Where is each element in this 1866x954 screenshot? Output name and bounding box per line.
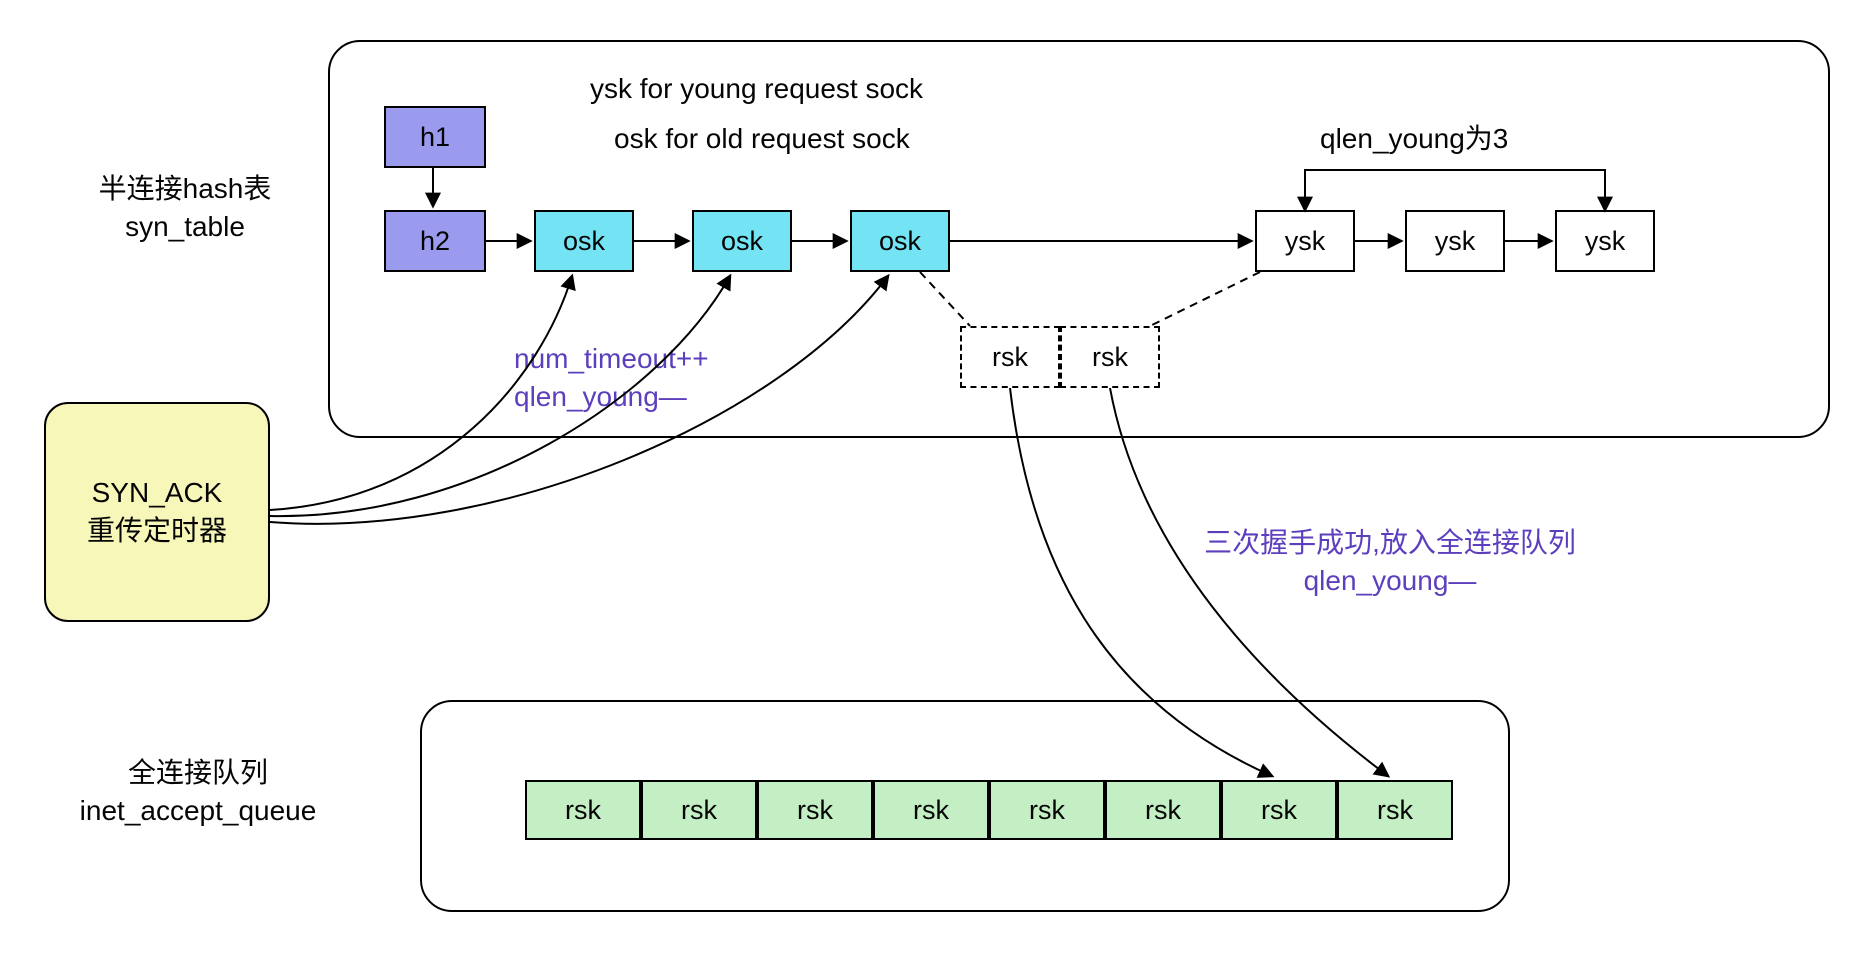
queue-cell-2: rsk xyxy=(757,780,873,840)
text-rsk-dash-2: rsk xyxy=(1092,342,1128,373)
text-syn-table-l2: syn_table xyxy=(125,211,245,242)
queue-cell-1: rsk xyxy=(641,780,757,840)
text-num-timeout: num_timeout++ xyxy=(514,343,709,374)
text-ysk-desc: ysk for young request sock xyxy=(590,73,923,104)
text-handshake-ok: 三次握手成功,放入全连接队列 xyxy=(1204,527,1576,558)
text-accept-l1: 全连接队列 xyxy=(128,757,268,788)
text-ysk-1: ysk xyxy=(1285,226,1326,257)
node-osk-1: osk xyxy=(534,210,634,272)
node-h1: h1 xyxy=(384,106,486,168)
text-osk-1: osk xyxy=(563,226,605,257)
text-osk-2: osk xyxy=(721,226,763,257)
queue-cell-5-text: rsk xyxy=(1145,795,1181,826)
node-ysk-3: ysk xyxy=(1555,210,1655,272)
queue-cell-4: rsk xyxy=(989,780,1105,840)
text-timer-l1: SYN_ACK xyxy=(92,477,223,508)
queue-cell-7: rsk xyxy=(1337,780,1453,840)
text-h2: h2 xyxy=(420,226,450,257)
queue-cell-1-text: rsk xyxy=(681,795,717,826)
text-osk-desc: osk for old request sock xyxy=(614,123,910,154)
label-qlen-young-3: qlen_young为3 xyxy=(1320,120,1508,158)
queue-cell-7-text: rsk xyxy=(1377,795,1413,826)
text-qlen-young-dec1: qlen_young— xyxy=(514,381,687,412)
node-osk-3: osk xyxy=(850,210,950,272)
node-rsk-dash-2: rsk xyxy=(1060,326,1160,388)
queue-cell-6-text: rsk xyxy=(1261,795,1297,826)
text-ysk-2: ysk xyxy=(1435,226,1476,257)
label-handshake-ok: 三次握手成功,放入全连接队列 qlen_young— xyxy=(1130,524,1650,600)
node-rsk-dash-1: rsk xyxy=(960,326,1060,388)
queue-cell-5: rsk xyxy=(1105,780,1221,840)
queue-cell-0-text: rsk xyxy=(565,795,601,826)
node-osk-2: osk xyxy=(692,210,792,272)
label-osk-desc: osk for old request sock xyxy=(614,120,910,158)
queue-cell-4-text: rsk xyxy=(1029,795,1065,826)
label-syn-table-title: 半连接hash表 syn_table xyxy=(50,170,320,246)
text-h1: h1 xyxy=(420,122,450,153)
label-ysk-desc: ysk for young request sock xyxy=(590,70,923,108)
queue-cell-3-text: rsk xyxy=(913,795,949,826)
text-qlen-young-3: qlen_young为3 xyxy=(1320,123,1508,154)
text-accept-l2: inet_accept_queue xyxy=(80,795,317,826)
text-timer-l2: 重传定时器 xyxy=(87,515,227,546)
queue-cell-6: rsk xyxy=(1221,780,1337,840)
queue-cell-2-text: rsk xyxy=(797,795,833,826)
node-h2: h2 xyxy=(384,210,486,272)
text-rsk-dash-1: rsk xyxy=(992,342,1028,373)
text-qlen-young-dec2: qlen_young— xyxy=(1304,565,1477,596)
box-syn-ack-timer: SYN_ACK 重传定时器 xyxy=(44,402,270,622)
label-accept-title: 全连接队列 inet_accept_queue xyxy=(18,754,378,830)
text-osk-3: osk xyxy=(879,226,921,257)
node-ysk-1: ysk xyxy=(1255,210,1355,272)
text-ysk-3: ysk xyxy=(1585,226,1626,257)
queue-cell-0: rsk xyxy=(525,780,641,840)
text-syn-table-l1: 半连接hash表 xyxy=(99,173,272,204)
node-ysk-2: ysk xyxy=(1405,210,1505,272)
queue-cell-3: rsk xyxy=(873,780,989,840)
label-num-timeout: num_timeout++ qlen_young— xyxy=(514,340,709,416)
